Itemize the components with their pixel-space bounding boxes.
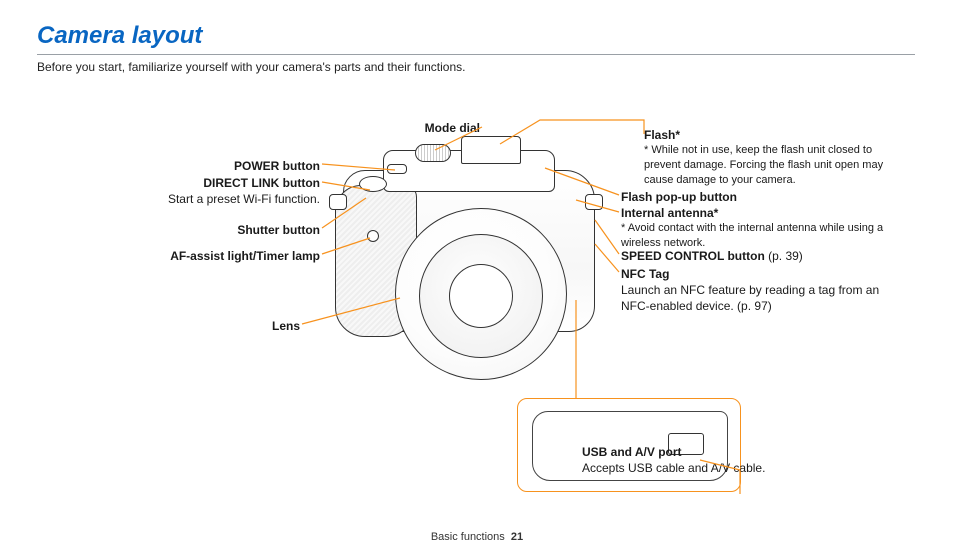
camera-flash-unit bbox=[461, 136, 521, 164]
label-af-lamp: AF-assist light/Timer lamp bbox=[120, 248, 320, 264]
label-speed: SPEED CONTROL button (p. 39) bbox=[621, 248, 881, 264]
label-antenna-text: Internal antenna* bbox=[621, 206, 718, 220]
footer-section: Basic functions bbox=[431, 531, 505, 543]
camera-af-lamp bbox=[367, 230, 379, 242]
camera-power-switch bbox=[387, 164, 407, 174]
label-shutter: Shutter button bbox=[150, 222, 320, 238]
label-flash-desc: * While not in use, keep the flash unit … bbox=[644, 143, 904, 188]
label-flash-popup: Flash pop-up button bbox=[621, 189, 881, 205]
label-af-lamp-text: AF-assist light/Timer lamp bbox=[170, 249, 320, 263]
label-direct-link-text: DIRECT LINK button bbox=[203, 176, 320, 190]
label-power: POWER button bbox=[150, 158, 320, 174]
label-flash: Flash* * While not in use, keep the flas… bbox=[644, 127, 904, 188]
label-nfc-text: NFC Tag bbox=[621, 267, 669, 281]
label-direct-link-desc: Start a preset Wi-Fi function. bbox=[168, 192, 320, 206]
camera-illustration bbox=[323, 130, 618, 385]
camera-lens-core bbox=[449, 264, 513, 328]
label-lens: Lens bbox=[230, 318, 300, 334]
label-antenna-desc: * Avoid contact with the internal antenn… bbox=[621, 221, 901, 251]
camera-shutter-button bbox=[359, 176, 387, 192]
camera-strap-lug-left bbox=[329, 194, 347, 210]
label-usb: USB and A/V port Accepts USB cable and A… bbox=[582, 444, 802, 476]
footer-page-number: 21 bbox=[511, 531, 523, 543]
label-antenna: Internal antenna* * Avoid contact with t… bbox=[621, 205, 901, 251]
label-flash-popup-text: Flash pop-up button bbox=[621, 190, 737, 204]
label-nfc: NFC Tag Launch an NFC feature by reading… bbox=[621, 266, 891, 315]
label-nfc-desc: Launch an NFC feature by reading a tag f… bbox=[621, 283, 879, 313]
label-mode-dial: Mode dial bbox=[350, 120, 480, 136]
label-usb-text: USB and A/V port bbox=[582, 445, 682, 459]
manual-page: Camera layout Before you start, familiar… bbox=[0, 0, 954, 557]
label-shutter-text: Shutter button bbox=[237, 223, 320, 237]
label-flash-text: Flash* bbox=[644, 128, 680, 142]
intro-text: Before you start, familiarize yourself w… bbox=[37, 60, 465, 74]
camera-mode-dial bbox=[415, 144, 451, 162]
label-speed-text: SPEED CONTROL button bbox=[621, 249, 765, 263]
label-mode-dial-text: Mode dial bbox=[425, 121, 480, 135]
camera-strap-lug-right bbox=[585, 194, 603, 210]
label-lens-text: Lens bbox=[272, 319, 300, 333]
page-title: Camera layout bbox=[37, 22, 202, 50]
page-footer: Basic functions 21 bbox=[0, 531, 954, 543]
title-rule bbox=[37, 54, 915, 55]
label-speed-ref: (p. 39) bbox=[765, 249, 803, 263]
label-usb-desc: Accepts USB cable and A/V cable. bbox=[582, 461, 765, 475]
label-direct-link: DIRECT LINK button Start a preset Wi-Fi … bbox=[120, 175, 320, 207]
label-power-text: POWER button bbox=[234, 159, 320, 173]
